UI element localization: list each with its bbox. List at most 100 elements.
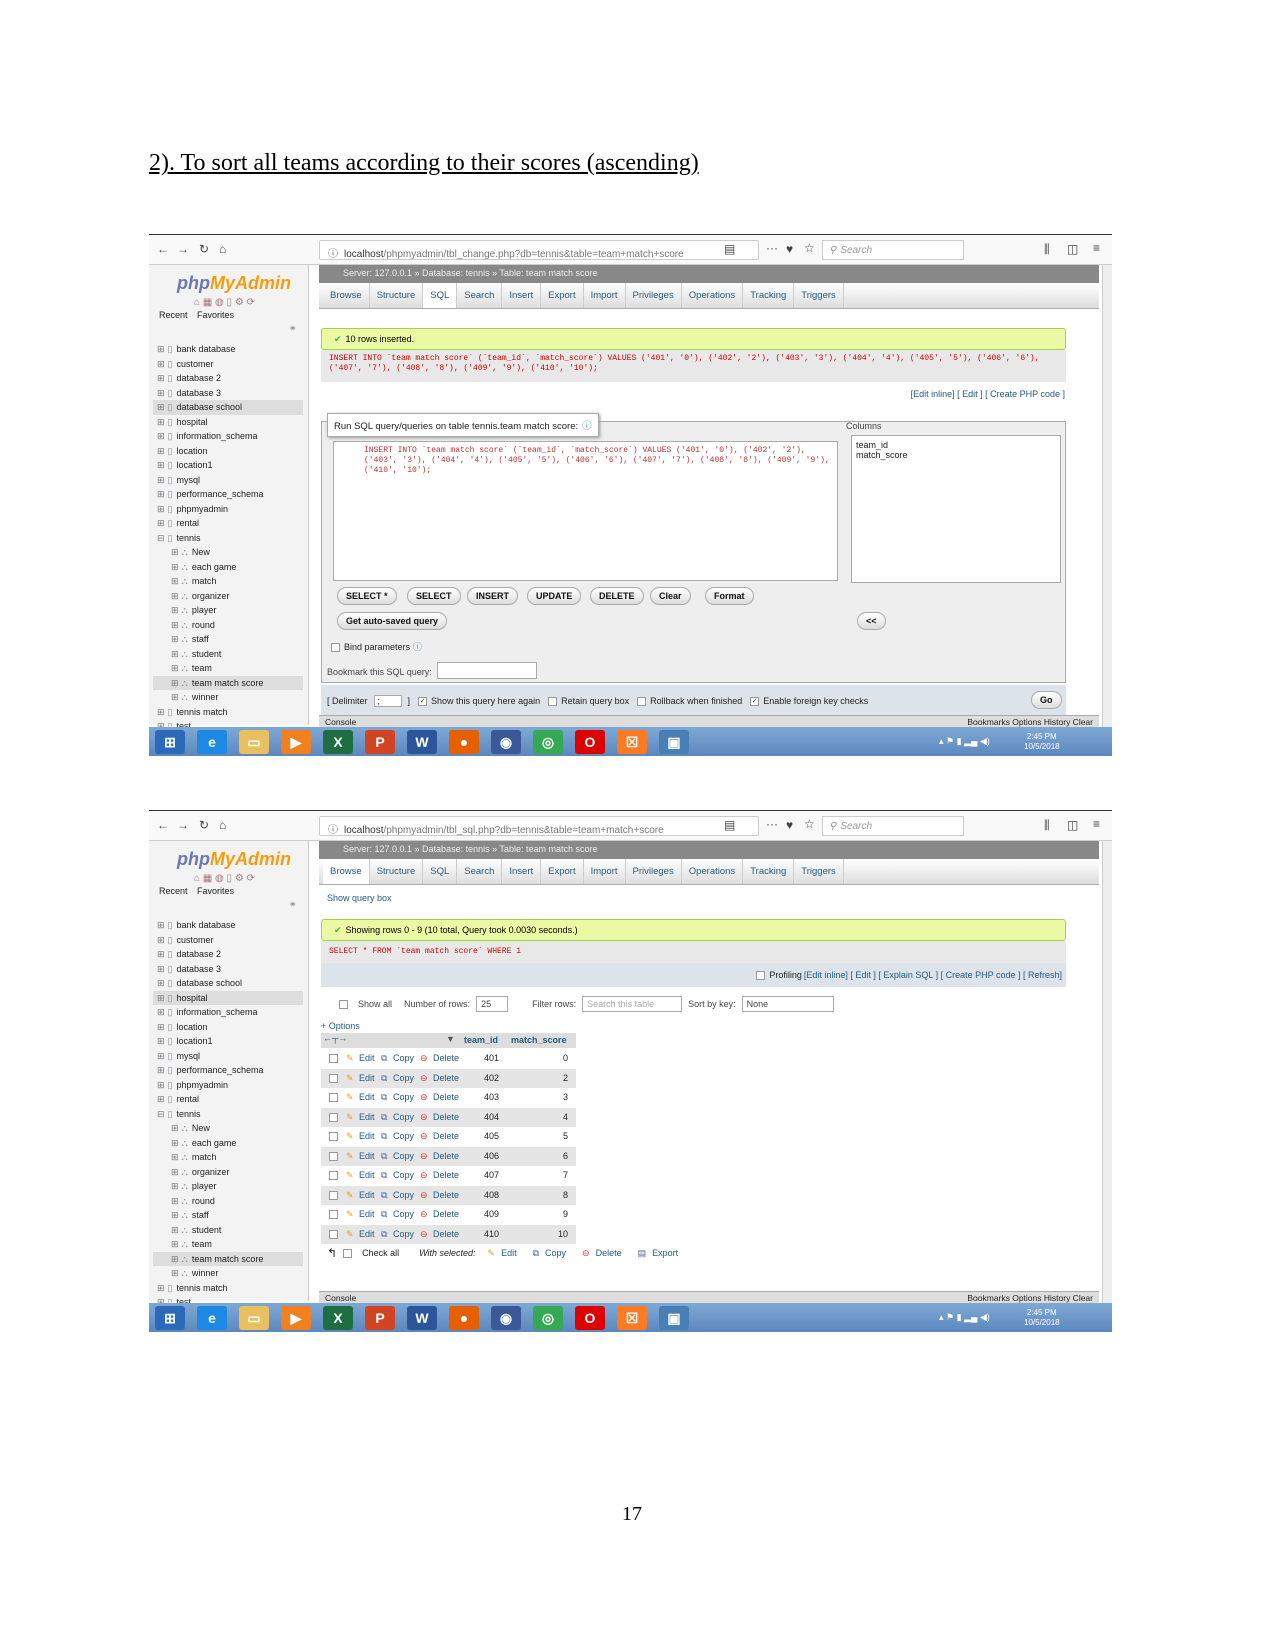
tree-expander-icon[interactable]: ⊞: [171, 649, 179, 659]
tree-expander-icon[interactable]: ⊞: [157, 978, 165, 988]
tree-expander-icon[interactable]: ⊞: [171, 1167, 179, 1177]
row-checkbox[interactable]: [329, 1190, 338, 1200]
reader-view-icon[interactable]: ▤: [724, 818, 735, 832]
tab-structure[interactable]: Structure: [370, 283, 424, 308]
filter-input[interactable]: Search this table: [582, 996, 683, 1012]
search-box[interactable]: ⚲ Search: [822, 816, 964, 836]
tree-expander-icon[interactable]: ⊞: [157, 949, 165, 959]
row-checkbox[interactable]: [329, 1073, 338, 1083]
column-resize-icon[interactable]: ←┬→: [323, 1033, 347, 1043]
tree-expander-icon[interactable]: ⊞: [157, 920, 165, 930]
tab-import[interactable]: Import: [584, 859, 626, 884]
option-checkbox[interactable]: [548, 697, 558, 707]
library-icon[interactable]: ⫼: [1044, 242, 1050, 257]
row-copy-link[interactable]: Copy: [393, 1049, 414, 1069]
query-links[interactable]: [Edit inline] [ Edit ] [ Explain SQL ] […: [804, 970, 1062, 980]
tree-expander-icon[interactable]: ⊞: [171, 1225, 179, 1235]
row-delete-link[interactable]: Delete: [433, 1205, 459, 1225]
sidebar-item[interactable]: ⊟ ▯ tennis: [153, 531, 303, 546]
sidebar-item[interactable]: ⊞ ▯ phpmyadmin: [153, 502, 303, 517]
sidebar-item[interactable]: ⊞ ⛬ player: [153, 1179, 303, 1194]
tree-expander-icon[interactable]: ⊞: [171, 1152, 179, 1162]
tab-privileges[interactable]: Privileges: [626, 283, 682, 308]
media-player-icon[interactable]: ▶: [281, 730, 311, 754]
page-actions-icon[interactable]: ···: [766, 241, 778, 255]
tree-expander-icon[interactable]: ⊞: [157, 431, 165, 441]
get-auto-saved-query-button[interactable]: Get auto-saved query: [337, 612, 448, 630]
row-delete-link[interactable]: Delete: [433, 1186, 459, 1206]
tree-expander-icon[interactable]: ⊞: [171, 678, 179, 688]
sidebar-item[interactable]: ⊞ ▯ tennis match: [153, 705, 303, 720]
file-explorer-icon[interactable]: ▭: [239, 1306, 269, 1330]
recent-tab[interactable]: Recent: [159, 886, 188, 896]
tree-expander-icon[interactable]: ⊞: [171, 605, 179, 615]
bookmark-star-icon[interactable]: ☆: [804, 241, 815, 255]
tab-import[interactable]: Import: [584, 283, 626, 308]
sidebar-item[interactable]: ⊞ ▯ location1: [153, 1034, 303, 1049]
sidebar-item[interactable]: ⊞ ⛬ team match score: [153, 1251, 303, 1266]
page-actions-icon[interactable]: ···: [766, 817, 778, 831]
sidebar-icon[interactable]: ◫: [1067, 818, 1078, 832]
row-checkbox[interactable]: [329, 1229, 338, 1239]
address-bar[interactable]: ⓘ localhost/phpmyadmin/tbl_sql.php?db=ten…: [319, 816, 759, 836]
row-delete-link[interactable]: Delete: [433, 1069, 459, 1089]
bookmark-input[interactable]: [437, 662, 537, 679]
sidebar-item[interactable]: ⊞ ▯ database 3: [153, 386, 303, 401]
row-delete-link[interactable]: Delete: [433, 1088, 459, 1108]
sidebar-icon[interactable]: ◫: [1067, 242, 1078, 256]
show-query-box-link[interactable]: Show query box: [327, 893, 392, 903]
pocket-icon[interactable]: ♥: [786, 818, 793, 832]
tree-expander-icon[interactable]: ⊞: [171, 1268, 179, 1278]
reload-icon[interactable]: ↻: [199, 818, 209, 832]
tree-expander-icon[interactable]: ⊞: [171, 591, 179, 601]
sidebar-item[interactable]: ⊞ ⛬ student: [153, 1223, 303, 1238]
console-bar[interactable]: Console Bookmarks Options History Clear: [319, 1291, 1099, 1303]
row-copy-link[interactable]: Copy: [393, 1205, 414, 1225]
clock[interactable]: 2:45 PM 10/5/2018: [1024, 1308, 1060, 1328]
media-player-icon[interactable]: ▶: [281, 1306, 311, 1330]
option-checkbox[interactable]: [637, 697, 647, 707]
reload-icon[interactable]: ↻: [199, 242, 209, 256]
sidebar-item[interactable]: ⊞ ▯ customer: [153, 357, 303, 372]
tab-triggers[interactable]: Triggers: [794, 859, 844, 884]
row-copy-link[interactable]: Copy: [393, 1127, 414, 1147]
sidebar-item[interactable]: ⊞ ⛬ organizer: [153, 1165, 303, 1180]
tree-expander-icon[interactable]: ⊞: [171, 562, 179, 572]
back-icon[interactable]: ←: [157, 818, 169, 832]
row-edit-link[interactable]: Edit: [359, 1205, 375, 1225]
tree-expander-icon[interactable]: ⊞: [157, 518, 165, 528]
sidebar-item[interactable]: ⊞ ⛬ round: [153, 618, 303, 633]
sort-select[interactable]: None: [741, 996, 834, 1012]
tab-sql[interactable]: SQL: [423, 283, 458, 308]
search-box[interactable]: ⚲ Search: [822, 240, 964, 260]
tab-triggers[interactable]: Triggers: [794, 283, 844, 308]
row-edit-link[interactable]: Edit: [359, 1049, 375, 1069]
page-scrollbar[interactable]: [1102, 265, 1112, 727]
row-copy-link[interactable]: Copy: [393, 1147, 414, 1167]
sidebar-item[interactable]: ⊞ ▯ bank database: [153, 342, 303, 357]
tree-expander-icon[interactable]: ⊞: [171, 1138, 179, 1148]
internet-explorer-icon[interactable]: e: [197, 1306, 227, 1330]
tree-expander-icon[interactable]: ⊞: [157, 373, 165, 383]
sidebar-item[interactable]: ⊞ ⛬ winner: [153, 690, 303, 705]
sidebar-item[interactable]: ⊞ ▯ rental: [153, 1092, 303, 1107]
row-edit-link[interactable]: Edit: [359, 1166, 375, 1186]
row-delete-link[interactable]: Delete: [433, 1108, 459, 1128]
start-orb-icon[interactable]: ⊞: [155, 730, 185, 754]
sidebar-item[interactable]: ⊞ ▯ location: [153, 444, 303, 459]
firefox-icon[interactable]: ●: [449, 730, 479, 754]
tree-expander-icon[interactable]: ⊞: [157, 489, 165, 499]
row-checkbox[interactable]: [329, 1054, 338, 1063]
sidebar-item[interactable]: ⊞ ▯ database 2: [153, 947, 303, 962]
internet-explorer-icon[interactable]: e: [197, 730, 227, 754]
phpmyadmin-logo[interactable]: phpMyAdmin: [177, 273, 291, 294]
tree-expander-icon[interactable]: ⊞: [171, 1210, 179, 1220]
tab-export[interactable]: Export: [541, 283, 584, 308]
tab-browse[interactable]: Browse: [323, 859, 370, 884]
tree-expander-icon[interactable]: ⊞: [157, 1065, 165, 1075]
row-copy-link[interactable]: Copy: [393, 1166, 414, 1186]
columns-list[interactable]: team_id match_score: [851, 435, 1061, 583]
sql-button-select[interactable]: SELECT: [407, 587, 461, 605]
tree-expander-icon[interactable]: ⊞: [171, 620, 179, 630]
tree-expander-icon[interactable]: ⊞: [157, 1051, 165, 1061]
